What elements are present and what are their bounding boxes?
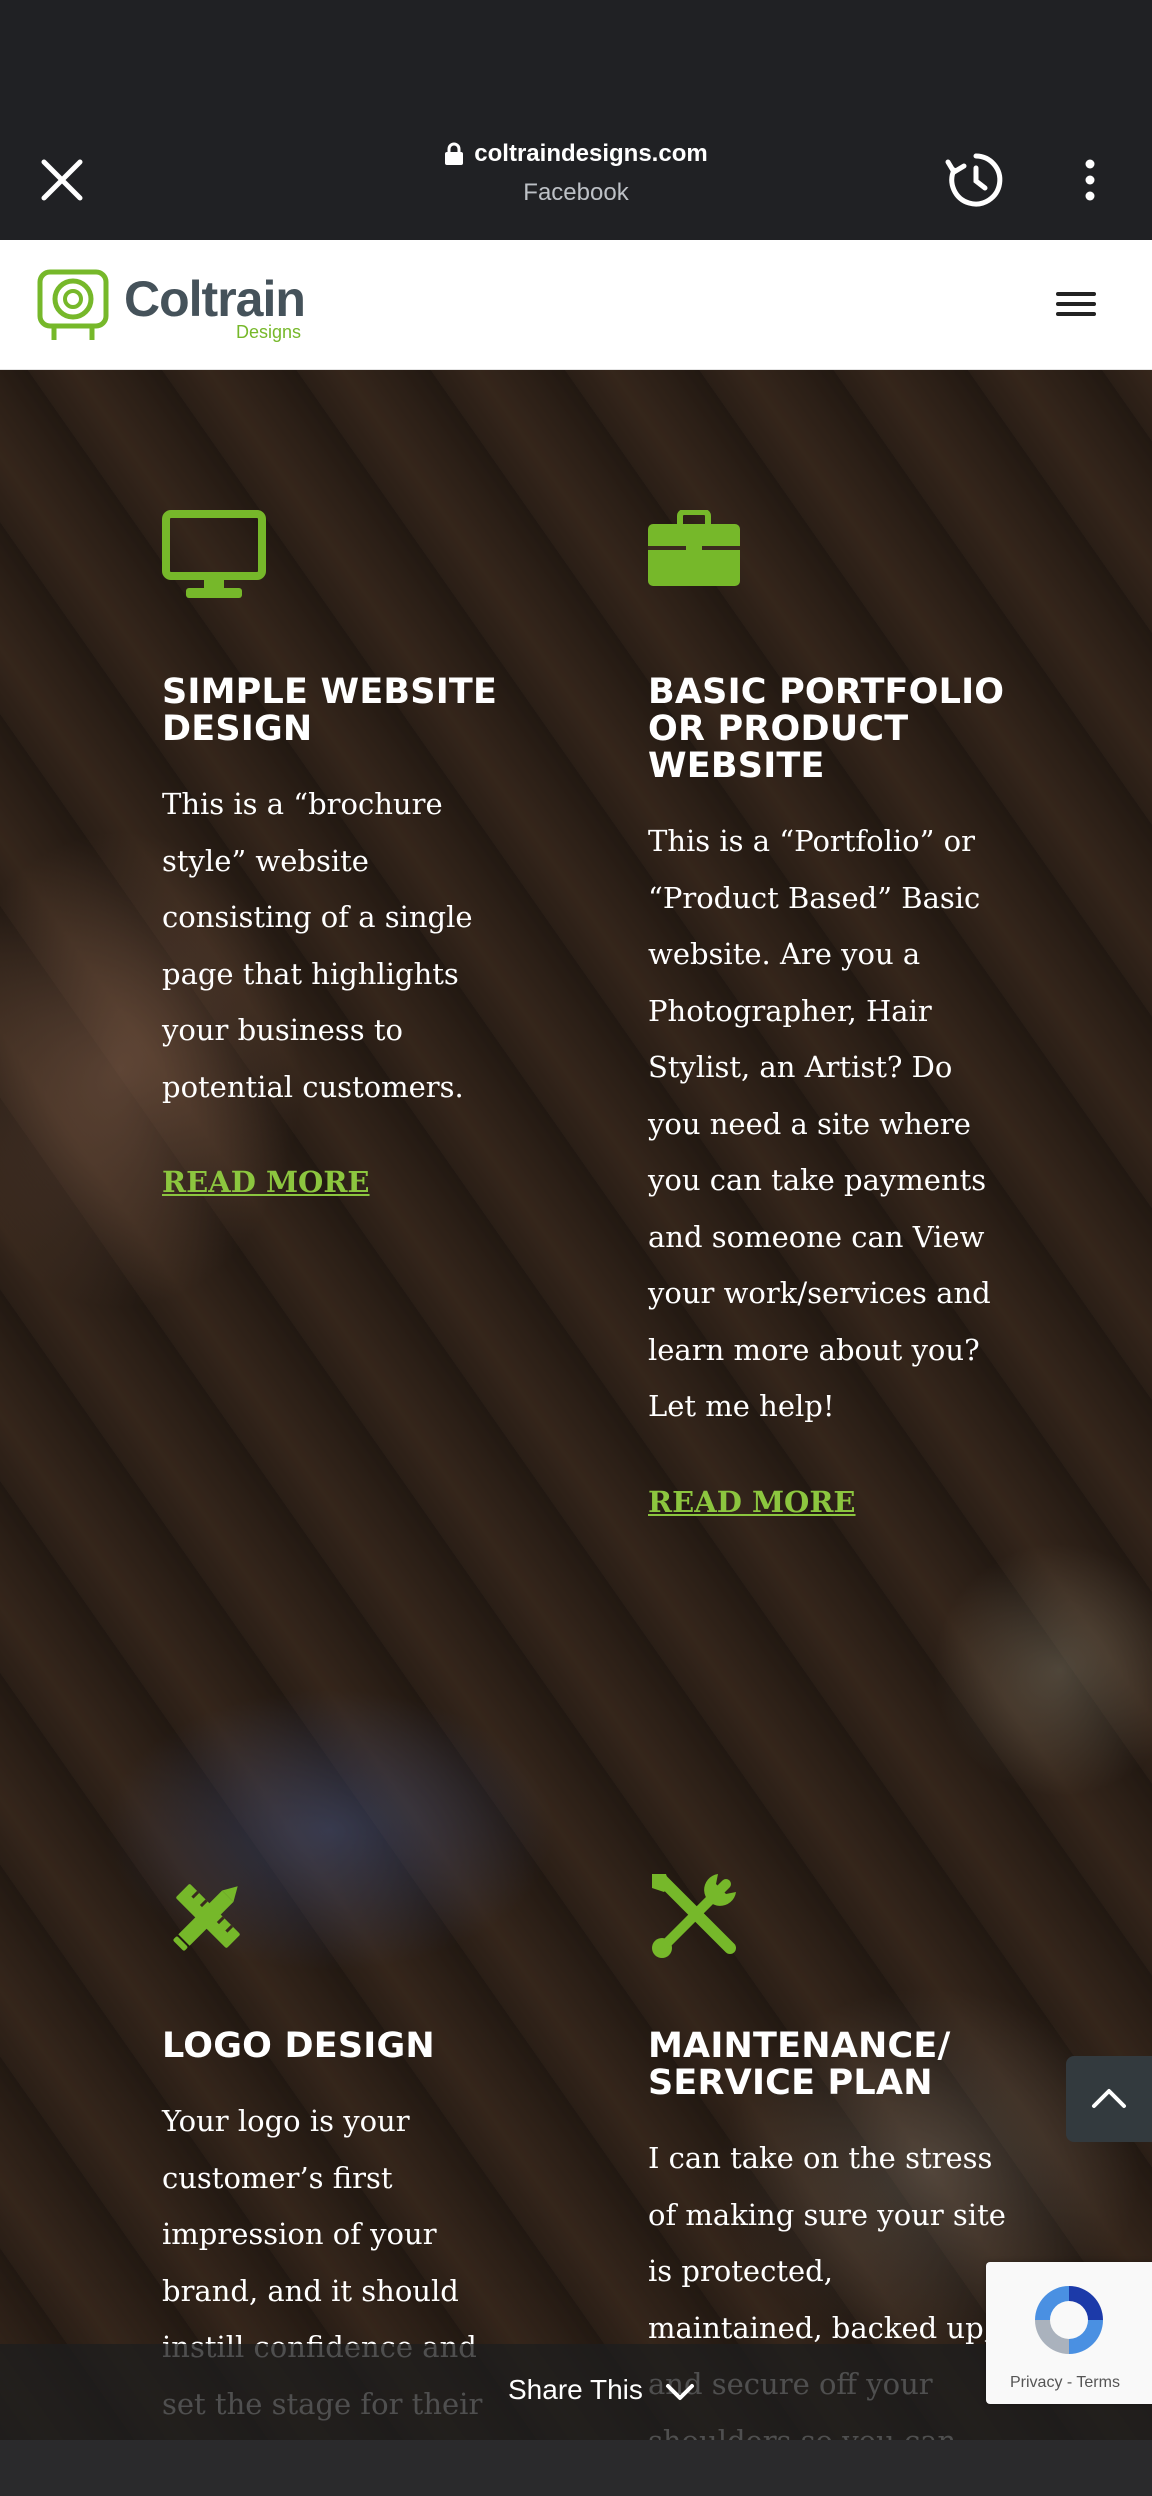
hamburger-icon[interactable]	[1052, 286, 1100, 324]
logo-subtext: Designs	[236, 322, 302, 342]
briefcase-icon	[648, 510, 740, 586]
read-more-link[interactable]: READ MORE	[648, 1485, 856, 1519]
logo-text: Coltrain	[124, 271, 306, 327]
close-icon[interactable]	[36, 154, 88, 206]
system-nav-bar	[0, 2440, 1152, 2496]
logo-mark-icon	[37, 269, 109, 340]
status-bar	[0, 0, 1152, 120]
service-card: BASIC PORTFOLIO OR PRODUCT WEBSITE This …	[648, 510, 1008, 1519]
more-vert-icon[interactable]	[1070, 154, 1110, 206]
wrench-screwdriver-icon	[652, 1874, 736, 1958]
service-title: BASIC PORTFOLIO OR PRODUCT WEBSITE	[648, 672, 1005, 786]
services-section: SIMPLE WEBSITE DESIGN This is a “brochur…	[0, 370, 1152, 2440]
share-label[interactable]: Share This	[508, 2374, 643, 2406]
lock-icon	[445, 142, 464, 165]
address-bar[interactable]: coltraindesigns.com Facebook	[376, 140, 776, 207]
recaptcha-badge[interactable]: Privacy - Terms	[986, 2262, 1152, 2404]
pencil-ruler-icon	[173, 1884, 240, 1951]
service-title: SIMPLE WEBSITE DESIGN	[162, 672, 498, 749]
history-icon[interactable]	[944, 148, 1008, 212]
share-bar[interactable]: Share This	[0, 2344, 1152, 2440]
service-title: MAINTENANCE/ SERVICE PLAN	[648, 2026, 951, 2103]
back-to-top-button[interactable]	[1066, 2056, 1152, 2142]
read-more-link[interactable]: READ MORE	[162, 1165, 370, 1199]
referrer-text: Facebook	[523, 179, 629, 206]
site-header: Coltrain Designs	[0, 240, 1152, 370]
service-card: SIMPLE WEBSITE DESIGN This is a “brochur…	[162, 510, 522, 1199]
url-text: coltraindesigns.com	[474, 140, 708, 167]
recaptcha-text[interactable]: Privacy - Terms	[1010, 2374, 1120, 2392]
service-title: LOGO DESIGN	[162, 2026, 435, 2066]
recaptcha-icon	[1035, 2286, 1103, 2354]
browser-toolbar: coltraindesigns.com Facebook	[0, 120, 1152, 240]
service-description: This is a “Portfolio” or “Product Based”…	[648, 824, 991, 1423]
desktop-monitor-icon	[162, 510, 266, 598]
site-logo[interactable]: Coltrain Designs	[36, 268, 326, 344]
chevron-up-icon	[1092, 2089, 1126, 2108]
service-description: This is a “brochure style” website consi…	[162, 787, 473, 1104]
chevron-down-icon[interactable]	[664, 2380, 696, 2404]
